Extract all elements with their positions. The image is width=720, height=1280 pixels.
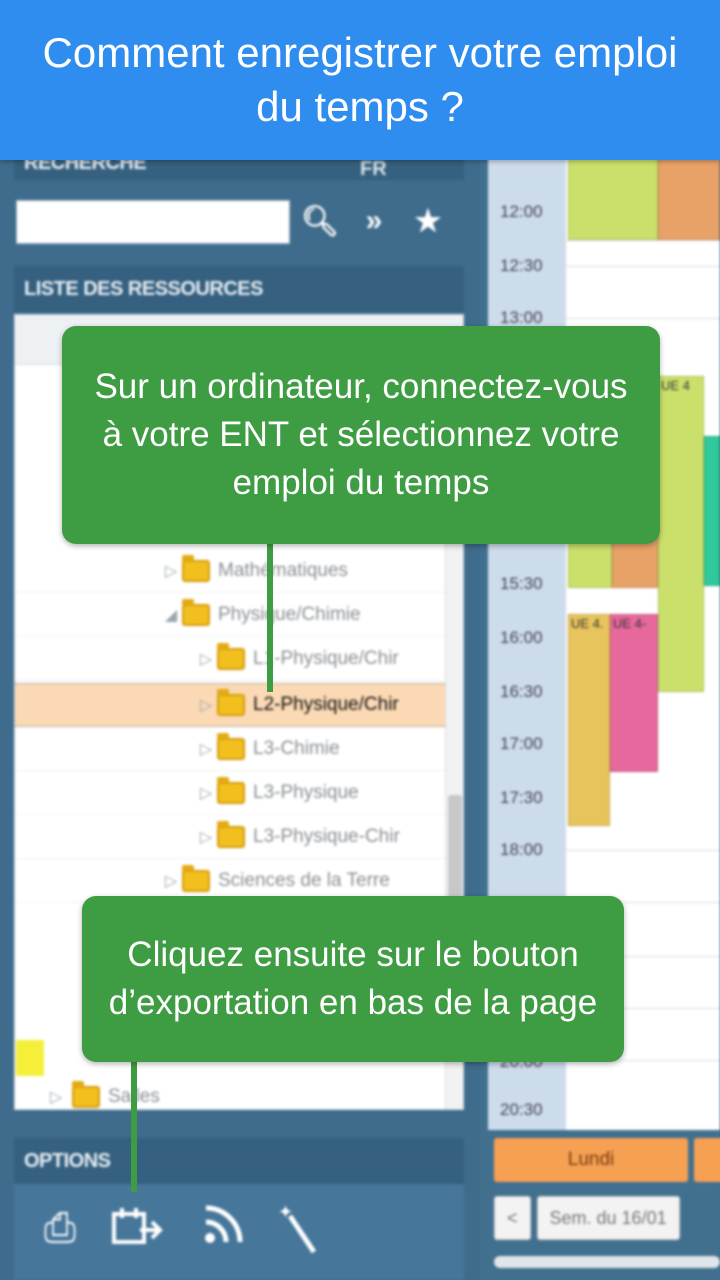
calendar-event[interactable] bbox=[704, 436, 720, 586]
tree-item-l3-physique-chimie[interactable]: ▷ L3-Physique-Chir bbox=[15, 815, 445, 859]
callout-pointer bbox=[131, 1060, 137, 1192]
page-title: Comment enregistrer votre emploi du temp… bbox=[42, 29, 678, 130]
calendar-event[interactable] bbox=[658, 150, 720, 240]
event-label: UE 4 bbox=[661, 378, 690, 393]
time-label: 12:00 bbox=[500, 202, 543, 221]
folder-icon bbox=[182, 864, 210, 892]
export-calendar-icon-svg bbox=[112, 1208, 163, 1244]
folder-icon bbox=[182, 554, 210, 582]
event-label: UE 4- bbox=[613, 616, 647, 631]
tree-item-label: L3-Physique-Chir bbox=[253, 825, 400, 847]
tree-item-l3-physique[interactable]: ▷ L3-Physique bbox=[15, 771, 445, 815]
week-navigation: < Sem. du 16/01 bbox=[494, 1196, 680, 1240]
event-label: UE 4. bbox=[571, 616, 604, 631]
callout-text: Sur un ordinateur, connectez-vous à votr… bbox=[94, 367, 628, 502]
color-marker bbox=[16, 1040, 44, 1076]
resources-heading: LISTE DES RESSOURCES bbox=[14, 266, 464, 312]
time-label: 12:30 bbox=[500, 256, 543, 275]
tree-item-label: L3-Physique bbox=[253, 781, 359, 803]
folder-icon bbox=[217, 642, 245, 670]
tree-item-label: Mathématiques bbox=[218, 559, 348, 581]
tree-item-label: L2-Physique/Chir bbox=[253, 694, 399, 715]
calendar-event[interactable]: UE 4- bbox=[610, 614, 658, 772]
instruction-callout-step2: Cliquez ensuite sur le bouton d’exportat… bbox=[82, 896, 624, 1062]
star-icon[interactable]: ★ bbox=[408, 204, 448, 239]
tree-item-label: Physique/Chimie bbox=[218, 603, 361, 625]
instruction-callout-step1: Sur un ordinateur, connectez-vous à votr… bbox=[62, 326, 660, 544]
folder-icon bbox=[217, 689, 245, 716]
expand-arrow-icon[interactable]: ▷ bbox=[160, 871, 182, 891]
folder-icon bbox=[217, 776, 245, 804]
expand-arrow-icon[interactable]: ▷ bbox=[160, 561, 182, 581]
expand-arrow-icon[interactable]: ▷ bbox=[50, 1087, 72, 1107]
grid-line bbox=[566, 266, 720, 267]
time-label: 13:00 bbox=[500, 308, 543, 327]
tree-item-l2-selected[interactable]: ▷ L2-Physique/Chir bbox=[15, 683, 445, 727]
expand-arrow-icon[interactable]: ▷ bbox=[195, 695, 217, 715]
svg-text:✦: ✦ bbox=[278, 1202, 293, 1223]
magic-wand-icon[interactable]: ✦ bbox=[272, 1200, 328, 1256]
time-label: 18:00 bbox=[500, 840, 543, 859]
tree-item-l3-chimie[interactable]: ▷ L3-Chimie bbox=[15, 727, 445, 771]
print-icon[interactable]: ⎙ bbox=[32, 1200, 88, 1256]
folder-icon bbox=[182, 598, 210, 626]
grid-line bbox=[566, 240, 720, 241]
day-tab-next[interactable] bbox=[694, 1138, 720, 1182]
week-selector[interactable]: Sem. du 16/01 bbox=[536, 1196, 680, 1240]
search-toolbar: 🔍︎ » ★ bbox=[300, 204, 448, 239]
grid-line bbox=[566, 850, 720, 851]
expand-arrow-icon[interactable]: ▷ bbox=[195, 649, 217, 669]
time-label: 17:00 bbox=[500, 734, 543, 753]
horizontal-scrollbar[interactable] bbox=[494, 1256, 720, 1268]
time-label: 16:00 bbox=[500, 628, 543, 647]
expand-arrow-icon[interactable]: ▷ bbox=[195, 783, 217, 803]
folder-icon bbox=[217, 820, 245, 848]
rss-icon[interactable] bbox=[196, 1200, 252, 1256]
tree-item-label: L3-Chimie bbox=[253, 737, 340, 759]
folder-icon bbox=[217, 732, 245, 760]
search-icon[interactable]: 🔍︎ bbox=[300, 204, 340, 239]
options-heading: OPTIONS bbox=[14, 1138, 464, 1184]
grid-line bbox=[566, 318, 720, 319]
time-label: 15:30 bbox=[500, 574, 543, 593]
magic-wand-icon-svg: ✦ bbox=[278, 1202, 317, 1254]
callout-pointer bbox=[267, 540, 273, 692]
calendar-event[interactable]: UE 4 bbox=[658, 376, 704, 692]
tree-item-l1[interactable]: ▷ L1-Physique/Chir bbox=[15, 637, 445, 681]
folder-icon bbox=[72, 1081, 100, 1108]
collapse-arrow-icon[interactable]: ◢ bbox=[160, 605, 182, 625]
tree-item-physique-chimie[interactable]: ◢ Physique/Chimie bbox=[15, 593, 445, 637]
rss-icon-svg bbox=[205, 1205, 243, 1243]
day-tab-lundi[interactable]: Lundi bbox=[494, 1138, 688, 1182]
tree-item-label: L1-Physique/Chir bbox=[253, 647, 399, 669]
timetable-app: RECHERCHE FR 🔍︎ » ★ LISTE DES RESSOURCES… bbox=[0, 0, 720, 1280]
double-chevron-icon[interactable]: » bbox=[354, 204, 394, 239]
title-banner: Comment enregistrer votre emploi du temp… bbox=[0, 0, 720, 160]
expand-arrow-icon[interactable]: ▷ bbox=[195, 739, 217, 759]
time-label: 16:30 bbox=[500, 682, 543, 701]
tree-item-salles[interactable]: ▷ Salles bbox=[50, 1081, 160, 1108]
tree-item-mathematiques[interactable]: ▷ Mathématiques bbox=[15, 549, 445, 593]
callout-text: Cliquez ensuite sur le bouton d’exportat… bbox=[108, 935, 598, 1022]
export-calendar-icon[interactable] bbox=[110, 1200, 166, 1256]
time-label: 20:30 bbox=[500, 1100, 543, 1119]
calendar-event[interactable] bbox=[568, 150, 658, 240]
previous-week-button[interactable]: < bbox=[494, 1196, 531, 1240]
time-label: 17:30 bbox=[500, 788, 543, 807]
tree-item-label: Sciences de la Terre bbox=[218, 869, 390, 891]
expand-arrow-icon[interactable]: ▷ bbox=[195, 827, 217, 847]
calendar-event[interactable]: UE 4. bbox=[568, 614, 610, 826]
language-label[interactable]: FR bbox=[360, 158, 387, 181]
search-input[interactable] bbox=[16, 200, 290, 244]
